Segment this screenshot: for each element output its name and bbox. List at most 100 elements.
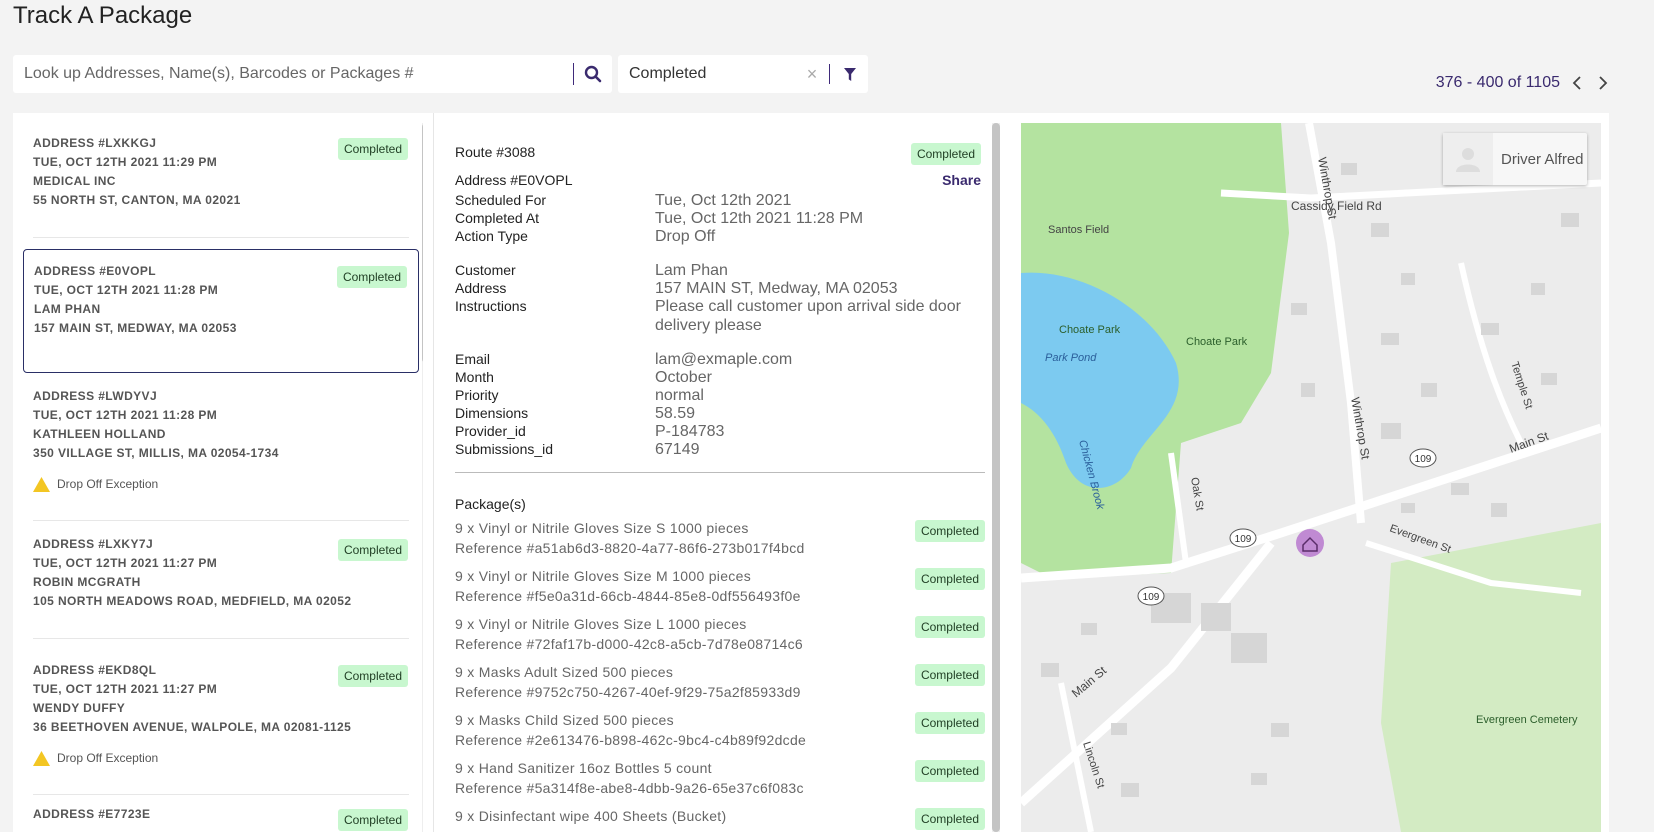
status-badge: Completed: [914, 712, 985, 734]
avatar: [1443, 133, 1493, 185]
route-status-badge: Completed: [910, 143, 981, 165]
user-icon: [1456, 148, 1480, 172]
package-item: 9 x Masks Adult Sized 500 pieces Referenc…: [455, 662, 985, 702]
field-completed-at: Completed At Tue, Oct 12th 2021 11:28 PM: [455, 209, 975, 228]
share-link[interactable]: Share: [942, 172, 981, 188]
field-value: Lam Phan: [655, 262, 728, 279]
package-name: 9 x Hand Sanitizer 16oz Bottles 5 count: [455, 760, 712, 776]
package-reference: Reference #a51ab6d3-8820-4a77-86f6-273b0…: [455, 540, 805, 556]
package-name: 9 x Vinyl or Nitrile Gloves Size M 1000 …: [455, 568, 751, 584]
field-label: Dimensions: [455, 405, 529, 421]
map-canvas[interactable]: 109 109 109 Cassidy Field Rd Santos Fiel…: [1021, 123, 1601, 832]
list-item-name: KATHLEEN HOLLAND: [33, 427, 166, 441]
field-submissions-id: Submissions_id 67149: [455, 440, 975, 459]
list-item-name: ROBIN MCGRATH: [33, 575, 141, 589]
field-scheduled-for: Scheduled For Tue, Oct 12th 2021: [455, 191, 975, 210]
list-item-street: 55 NORTH ST, CANTON, MA 02021: [33, 193, 241, 207]
list-scroll-thumb[interactable]: [422, 123, 423, 363]
status-badge: Completed: [337, 809, 408, 831]
list-item-street: 36 BEETHOVEN AVENUE, WALPOLE, MA 02081-1…: [33, 720, 352, 734]
status-badge: Completed: [337, 665, 408, 687]
status-filter[interactable]: Completed ×: [618, 55, 868, 93]
main-panel: ADDRESS #LXKKGJ TUE, OCT 12TH 2021 11:29…: [13, 113, 1609, 832]
divider: [33, 237, 409, 238]
field-label: Scheduled For: [455, 192, 547, 208]
map-view[interactable]: 109 109 109 Cassidy Field Rd Santos Fiel…: [1021, 123, 1601, 832]
svg-text:109: 109: [1235, 534, 1252, 545]
search-box: [13, 55, 612, 93]
filter-divider: [829, 64, 830, 84]
map-label: Santos Field: [1048, 224, 1109, 236]
list-item-selected[interactable]: ADDRESS #E0VOPL TUE, OCT 12TH 2021 11:28…: [23, 249, 419, 373]
detail-scrollbar[interactable]: [992, 123, 1000, 832]
exception-label: Drop Off Exception: [57, 477, 159, 491]
divider: [33, 520, 409, 521]
detail-panel: Route #3088 Completed Address #E0VOPL Sh…: [433, 113, 1001, 832]
field-value: lam@exmaple.com: [655, 351, 793, 368]
list-item-name: LAM PHAN: [34, 302, 101, 316]
list-item-name: WENDY DUFFY: [33, 701, 126, 715]
list-item[interactable]: ADDRESS #LWDYVJ TUE, OCT 12TH 2021 11:28…: [23, 375, 419, 521]
field-label: Provider_id: [455, 423, 526, 439]
field-value: Tue, Oct 12th 2021 11:28 PM: [655, 210, 864, 227]
list-item[interactable]: ADDRESS #LXKKGJ TUE, OCT 12TH 2021 11:29…: [23, 122, 419, 238]
status-badge: Completed: [914, 808, 985, 830]
list-item[interactable]: ADDRESS #LXKY7J TUE, OCT 12TH 2021 11:27…: [23, 523, 419, 639]
clear-icon[interactable]: ×: [801, 64, 823, 85]
address-list: ADDRESS #LXKKGJ TUE, OCT 12TH 2021 11:29…: [13, 113, 423, 832]
package-item: 9 x Vinyl or Nitrile Gloves Size S 1000 …: [455, 518, 985, 558]
field-value: P-184783: [655, 423, 725, 440]
destination-marker-icon[interactable]: [1296, 529, 1324, 557]
field-label: Month: [455, 369, 494, 385]
package-name: 9 x Disinfectant wipe 400 Sheets (Bucket…: [455, 808, 727, 824]
package-item: 9 x Hand Sanitizer 16oz Bottles 5 count R…: [455, 758, 985, 798]
svg-text:109: 109: [1143, 592, 1160, 603]
field-instructions: Instructions Please call customer upon ar…: [455, 297, 975, 335]
field-value: 58.59: [655, 405, 696, 422]
package-name: 9 x Vinyl or Nitrile Gloves Size L 1000 …: [455, 616, 747, 632]
pagination: 376 - 400 of 1105: [1436, 74, 1612, 92]
next-page-button[interactable]: [1594, 74, 1612, 92]
driver-card[interactable]: Driver Alfred: [1443, 133, 1587, 185]
filter-button[interactable]: [838, 62, 862, 86]
list-item-address: ADDRESS #LWDYVJ: [33, 389, 158, 403]
exception-note: Drop Off Exception: [33, 475, 409, 494]
list-item[interactable]: ADDRESS #EKD8QL TUE, OCT 12TH 2021 11:27…: [23, 649, 419, 795]
status-badge: Completed: [336, 266, 407, 288]
list-item-name: MEDICAL INC: [33, 174, 116, 188]
package-reference: Reference #5a314f8e-abe8-4dbb-9a26-65e37…: [455, 780, 804, 796]
field-label: Customer: [455, 262, 516, 278]
package-reference: Reference #72faf17b-d000-42c8-a5cb-7d78e…: [455, 636, 804, 652]
status-badge: Completed: [914, 664, 985, 686]
field-address: Address 157 MAIN ST, Medway, MA 02053: [455, 279, 975, 298]
search-button[interactable]: [574, 55, 612, 93]
search-input[interactable]: [13, 55, 573, 93]
list-item[interactable]: ADDRESS #E7723E Completed: [23, 793, 419, 832]
map-label: Evergreen Cemetery: [1476, 714, 1578, 726]
field-label: Priority: [455, 387, 499, 403]
status-badge: Completed: [337, 138, 408, 160]
field-action-type: Action Type Drop Off: [455, 227, 975, 246]
field-label: Address: [455, 280, 507, 296]
field-value: normal: [655, 387, 704, 404]
status-filter-value: Completed: [629, 65, 707, 82]
package-item: 9 x Vinyl or Nitrile Gloves Size M 1000 …: [455, 566, 985, 606]
list-item-datetime: TUE, OCT 12TH 2021 11:28 PM: [33, 408, 218, 422]
route-title: Route #3088: [455, 144, 536, 160]
route-shield-2: 109: [1229, 528, 1257, 548]
package-reference: Reference #9752c750-4267-40ef-9f29-75a2f…: [455, 684, 801, 700]
detail-scroll-thumb[interactable]: [992, 123, 1000, 832]
field-value: Tue, Oct 12th 2021: [655, 192, 792, 209]
map-label: Choate Park: [1059, 324, 1121, 336]
address-title: Address #E0VOPL: [455, 172, 573, 188]
funnel-icon: [844, 67, 856, 81]
field-label: Instructions: [455, 298, 527, 314]
list-scrollbar[interactable]: [422, 123, 423, 832]
prev-page-button[interactable]: [1568, 74, 1586, 92]
package-name: 9 x Masks Adult Sized 500 pieces: [455, 664, 674, 680]
package-reference: Reference #2e613476-b898-462c-9bc4-c4b89…: [455, 732, 807, 748]
warning-icon: [33, 477, 50, 492]
status-badge: Completed: [914, 616, 985, 638]
exception-note: Drop Off Exception: [33, 749, 409, 768]
divider: [455, 472, 985, 473]
